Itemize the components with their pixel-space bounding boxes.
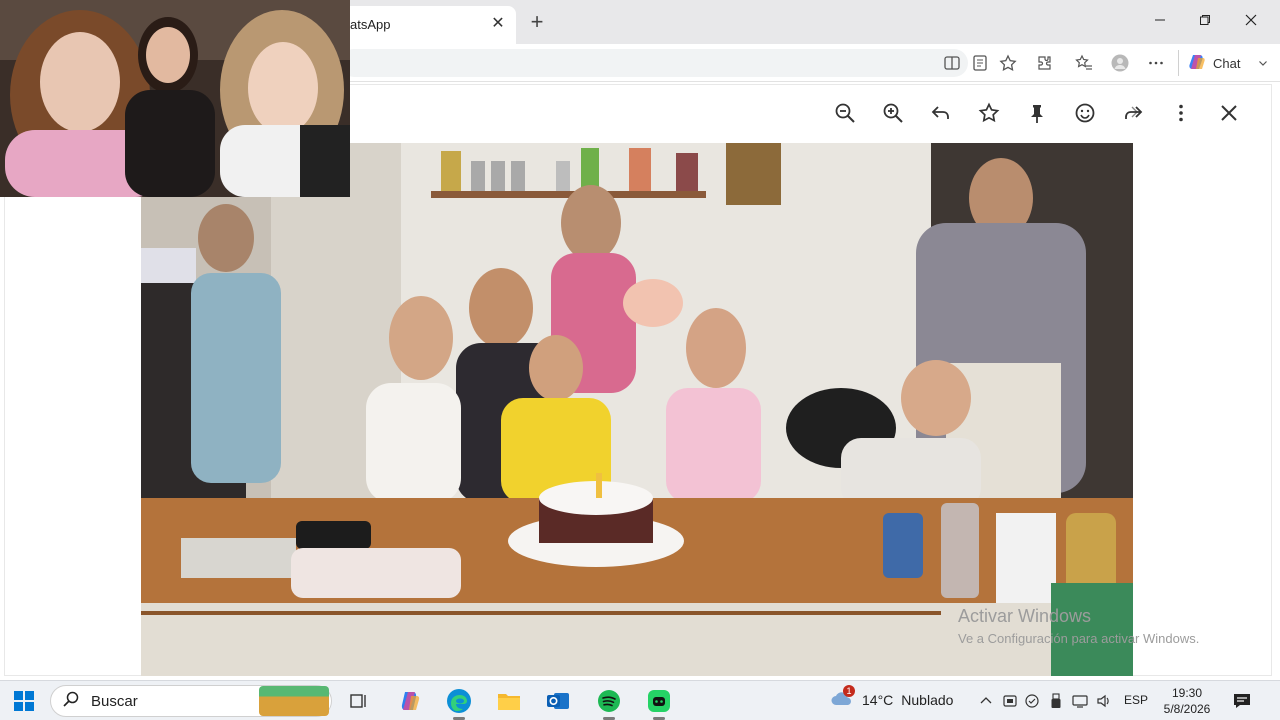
clock-date: 5/8/2026 (1163, 702, 1211, 716)
copilot-app-icon[interactable] (396, 687, 424, 715)
close-window-icon[interactable] (1236, 8, 1266, 36)
system-clock[interactable]: 19:30 5/8/2026 (1158, 685, 1216, 717)
show-hidden-icons-chevron-icon[interactable] (978, 693, 994, 709)
emoji-icon[interactable] (1071, 99, 1099, 127)
tab-whatsapp[interactable]: atsApp ✕ (336, 6, 516, 44)
onedrive-sync-icon[interactable] (1024, 693, 1040, 709)
weather-description: Nublado (901, 691, 954, 708)
edge-app-icon[interactable] (445, 687, 473, 720)
reply-icon[interactable] (927, 99, 955, 127)
split-screen-icon[interactable] (942, 53, 962, 73)
profile-icon[interactable] (1110, 53, 1130, 73)
spotify-icon[interactable] (595, 687, 623, 720)
address-bar[interactable] (340, 49, 968, 77)
tab-title: atsApp (350, 17, 391, 32)
whatsapp-icon[interactable] (645, 687, 673, 720)
tab-close-icon[interactable]: ✕ (488, 14, 508, 34)
viewer-toolbar (831, 99, 1243, 129)
chevron-down-icon (1258, 56, 1268, 71)
close-viewer-icon[interactable] (1215, 99, 1243, 127)
minimize-icon[interactable] (1145, 8, 1175, 36)
extensions-icon[interactable] (1034, 53, 1054, 73)
weather-alert-badge: 1 (843, 685, 855, 697)
webcam-overlay (0, 0, 350, 197)
search-highlight-image (259, 686, 329, 716)
taskbar: Buscar 1 14°C Nublado ESP 19:30 5/8/2026 (0, 680, 1280, 720)
weather-temperature: 14°C (862, 691, 894, 708)
weather-widget[interactable]: 1 14°C Nublado (830, 685, 954, 710)
usb-drive-icon[interactable] (1048, 693, 1064, 709)
activation-title: Activar Windows (958, 606, 1092, 626)
notifications-icon[interactable] (1232, 691, 1252, 711)
more-vertical-icon[interactable] (1167, 99, 1195, 127)
outlook-icon[interactable] (544, 687, 572, 715)
input-language-indicator[interactable]: ESP (1124, 693, 1148, 707)
favorites-icon[interactable] (1074, 53, 1094, 73)
search-icon (63, 691, 79, 711)
new-tab-button[interactable]: + (526, 11, 548, 34)
copilot-chat-button[interactable]: Chat (1178, 50, 1270, 76)
file-explorer-icon[interactable] (495, 687, 523, 715)
tray-app-icon[interactable] (1002, 693, 1018, 709)
pin-icon[interactable] (1023, 99, 1051, 127)
windows-start-icon[interactable] (14, 691, 34, 711)
zoom-in-icon[interactable] (879, 99, 907, 127)
clock-time: 19:30 (1171, 686, 1203, 700)
copilot-icon (1187, 52, 1207, 75)
restore-icon[interactable] (1190, 8, 1220, 36)
reading-view-icon[interactable] (970, 53, 990, 73)
birthday-photo (141, 143, 1133, 676)
task-view-icon[interactable] (345, 687, 373, 715)
taskbar-search[interactable]: Buscar (50, 685, 332, 717)
favorite-star-icon[interactable] (998, 53, 1018, 73)
network-icon[interactable] (1072, 693, 1088, 709)
more-icon[interactable] (1146, 53, 1166, 73)
search-placeholder: Buscar (91, 692, 138, 710)
forward-icon[interactable] (1119, 99, 1147, 127)
zoom-out-icon[interactable] (831, 99, 859, 127)
chat-label: Chat (1213, 55, 1241, 71)
cloud-icon: 1 (830, 685, 855, 710)
volume-icon[interactable] (1096, 693, 1112, 709)
activation-subtitle: Ve a Configuración para activar Windows. (958, 631, 1200, 646)
star-icon[interactable] (975, 99, 1003, 127)
windows-activation-watermark: Activar Windows Ve a Configuración para … (958, 606, 1199, 646)
